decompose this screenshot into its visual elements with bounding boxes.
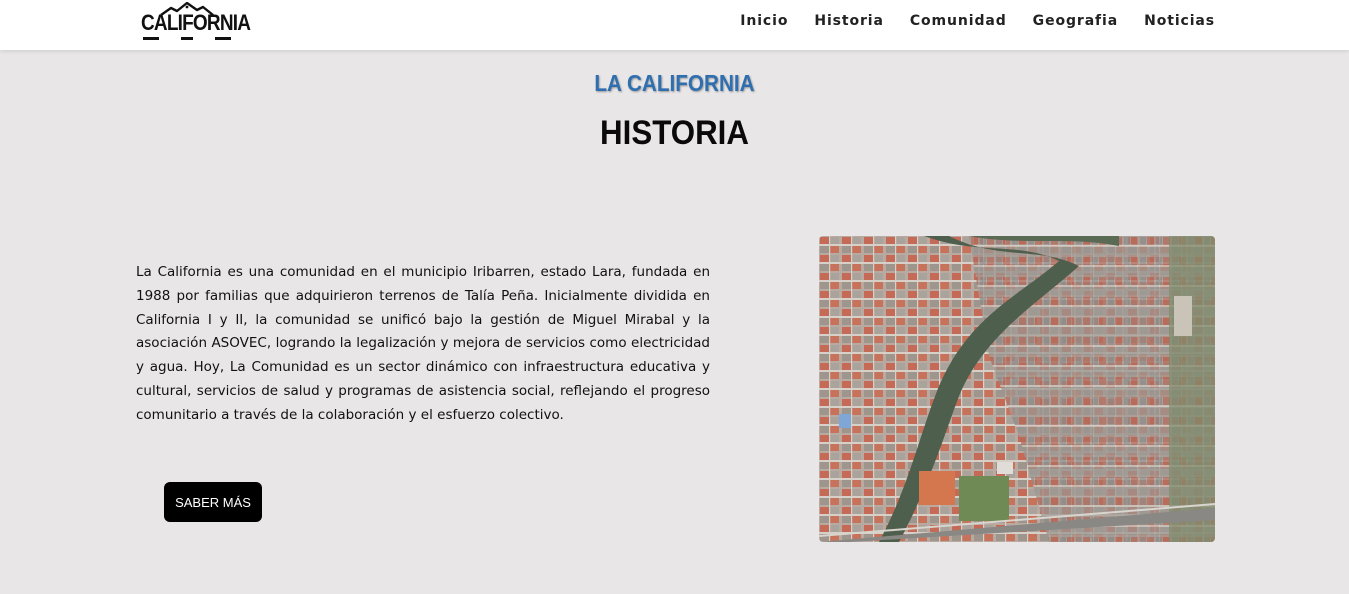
nav-geografia[interactable]: Geografia <box>1033 13 1118 29</box>
section-eyebrow: LA CALIFORNIA <box>594 70 755 96</box>
history-paragraph: La California es una comunidad en el mun… <box>136 264 710 423</box>
site-header: CALIFORNIA Inicio Historia Comunidad Geo… <box>0 0 1349 50</box>
logo-wordmark: CALIFORNIA <box>141 11 251 36</box>
california-logo[interactable]: CALIFORNIA <box>141 2 251 42</box>
nav-comunidad[interactable]: Comunidad <box>910 13 1007 29</box>
satellite-map-image <box>819 236 1215 542</box>
logo-underline <box>143 37 231 41</box>
page-title: HISTORIA <box>600 114 749 152</box>
satellite-view <box>819 236 1215 542</box>
saber-mas-button[interactable]: SABER MÁS <box>164 482 262 522</box>
nav-inicio[interactable]: Inicio <box>740 13 788 29</box>
nav-noticias[interactable]: Noticias <box>1144 13 1215 29</box>
nav-historia[interactable]: Historia <box>814 13 884 29</box>
main-nav: Inicio Historia Comunidad Geografia Noti… <box>714 13 1215 29</box>
